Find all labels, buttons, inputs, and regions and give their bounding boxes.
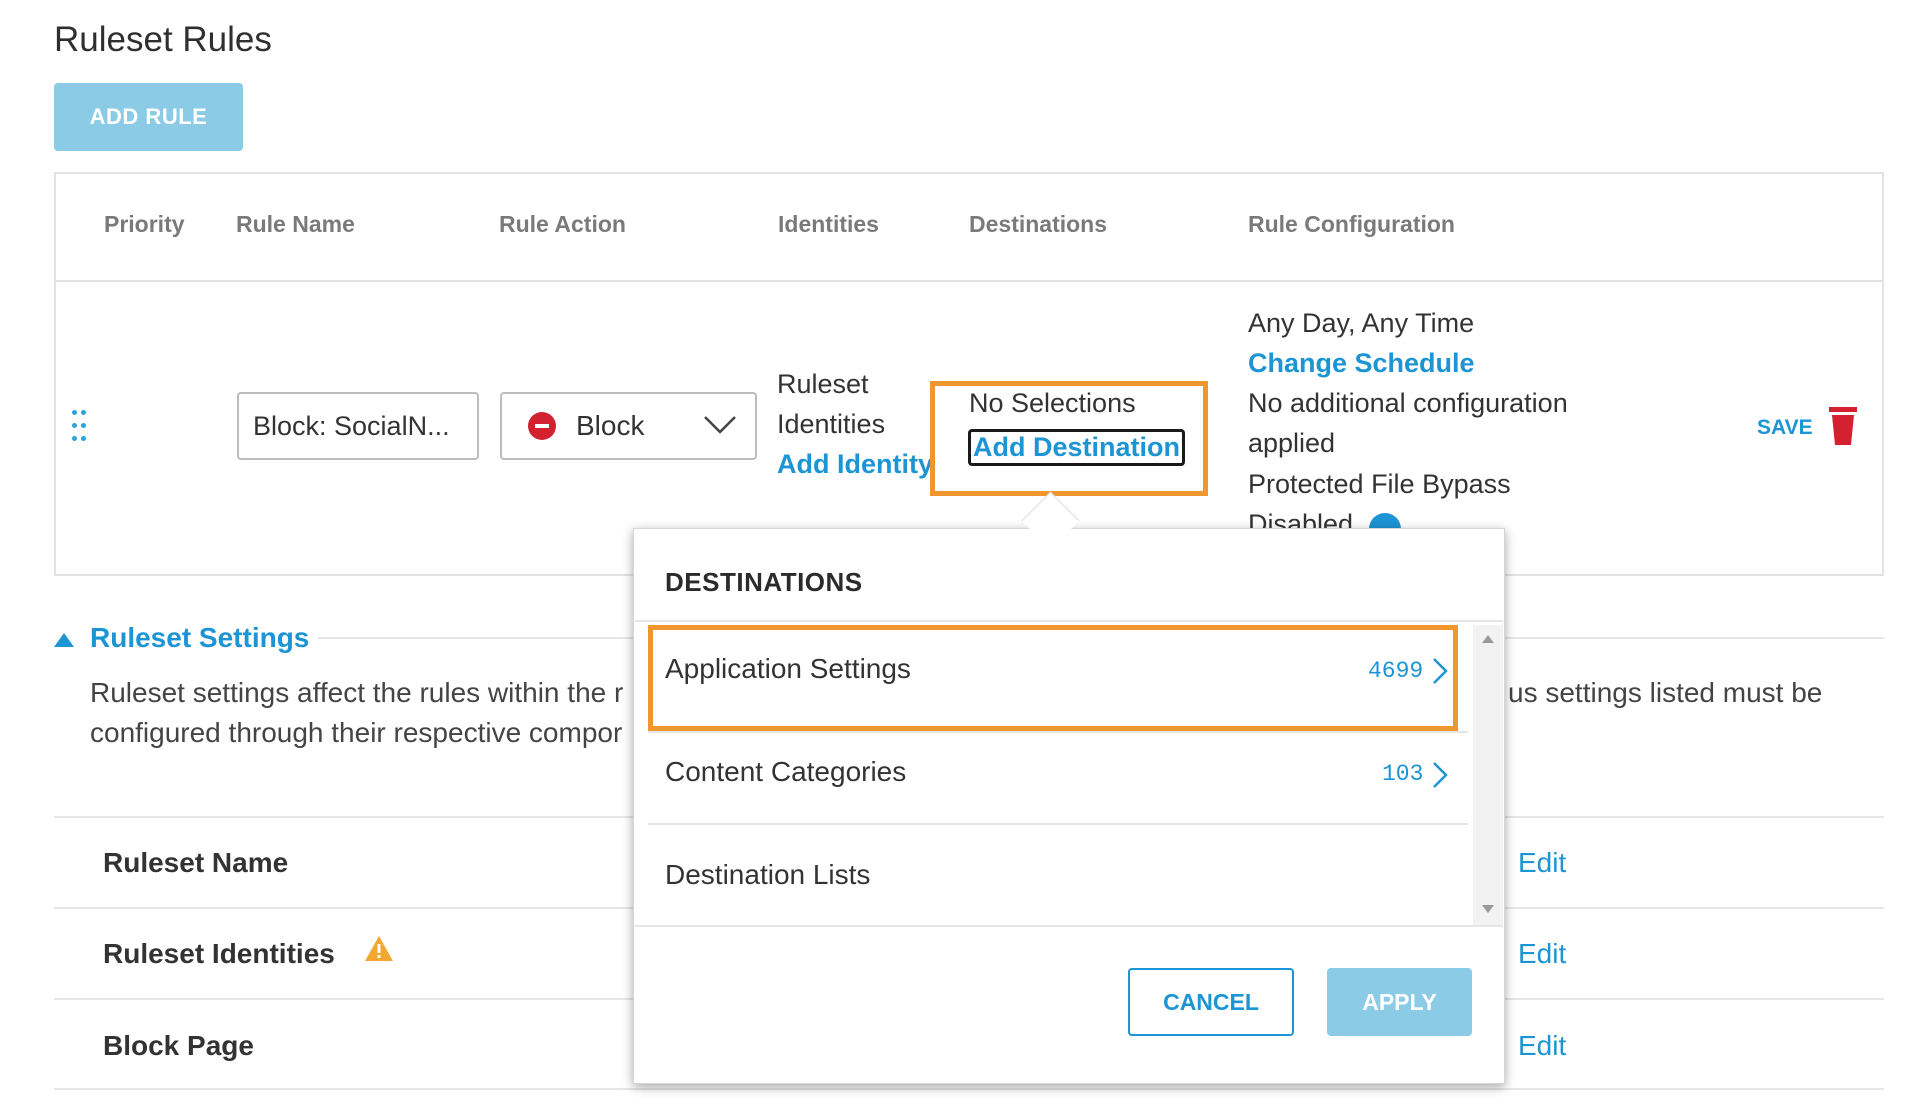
scroll-up-icon[interactable]: [1482, 635, 1494, 643]
scroll-down-icon[interactable]: [1482, 905, 1494, 913]
settings-description-line-1-right: us settings listed must be: [1508, 677, 1823, 708]
settings-divider: [54, 1088, 1884, 1090]
popover-title: DESTINATIONS: [665, 567, 863, 597]
save-button[interactable]: SAVE: [1757, 416, 1813, 440]
trash-icon[interactable]: [1828, 405, 1858, 447]
chevron-right-icon: [1433, 762, 1448, 788]
identities-line-2: Identities: [777, 409, 886, 439]
popover-item-content-categories[interactable]: Content Categories 103: [648, 733, 1468, 823]
settings-description-line-2: configured through their respective comp…: [90, 717, 623, 748]
add-destination-link[interactable]: Add Destination: [968, 429, 1185, 466]
popover-header-divider: [633, 620, 1503, 622]
rule-action-select[interactable]: Block: [500, 392, 757, 460]
destinations-status: No Selections: [969, 388, 1136, 418]
column-header-identities: Identities: [778, 211, 879, 237]
ruleset-name-edit-link[interactable]: Edit: [1518, 847, 1566, 879]
drag-handle-icon[interactable]: [70, 408, 90, 446]
change-schedule-link[interactable]: Change Schedule: [1248, 348, 1475, 379]
column-header-rule-action: Rule Action: [499, 211, 626, 237]
cancel-button[interactable]: CANCEL: [1128, 968, 1294, 1036]
block-page-label: Block Page: [103, 1030, 254, 1061]
apply-button[interactable]: APPLY: [1327, 968, 1472, 1036]
add-identity-link[interactable]: Add Identity: [777, 449, 933, 480]
chevron-down-icon: [704, 416, 736, 434]
identities-line-1: Ruleset: [777, 369, 869, 399]
rule-name-input[interactable]: Block: SocialN...: [237, 392, 479, 460]
ruleset-name-label: Ruleset Name: [103, 847, 289, 878]
column-header-priority: Priority: [104, 211, 185, 237]
application-settings-highlight-box: [648, 625, 1458, 731]
column-header-destinations: Destinations: [969, 211, 1108, 237]
popover-item-label: Content Categories: [665, 756, 907, 787]
table-header-divider: [56, 280, 1882, 282]
file-bypass-label: Protected File Bypass: [1248, 469, 1511, 499]
schedule-text: Any Day, Any Time: [1248, 308, 1475, 338]
popover-item-label: Destination Lists: [665, 859, 871, 890]
settings-description-line-1: Ruleset settings affect the rules within…: [90, 677, 624, 708]
add-rule-button[interactable]: ADD RULE: [54, 83, 243, 151]
block-page-edit-link[interactable]: Edit: [1518, 1030, 1566, 1062]
block-icon: [528, 412, 556, 440]
popover-scrollbar[interactable]: [1473, 625, 1503, 925]
column-header-rule-configuration: Rule Configuration: [1248, 211, 1455, 237]
popover-item-destination-lists[interactable]: Destination Lists: [648, 825, 1468, 925]
ruleset-settings-heading[interactable]: Ruleset Settings: [90, 622, 309, 654]
popover-footer-divider: [633, 925, 1503, 927]
ruleset-identities-edit-link[interactable]: Edit: [1518, 938, 1566, 970]
warning-icon: [365, 936, 393, 961]
column-header-rule-name: Rule Name: [236, 211, 355, 237]
settings-heading-divider-left: [318, 637, 633, 639]
additional-config-line-2: applied: [1248, 428, 1336, 458]
rule-action-value: Block: [576, 410, 645, 441]
ruleset-identities-label: Ruleset Identities: [103, 938, 335, 969]
popover-item-count: 103: [1382, 761, 1424, 787]
page-title: Ruleset Rules: [54, 20, 272, 59]
settings-heading-divider-right: [1503, 637, 1884, 639]
collapse-triangle-icon[interactable]: [54, 633, 74, 647]
additional-config-line-1: No additional configuration: [1248, 388, 1568, 418]
